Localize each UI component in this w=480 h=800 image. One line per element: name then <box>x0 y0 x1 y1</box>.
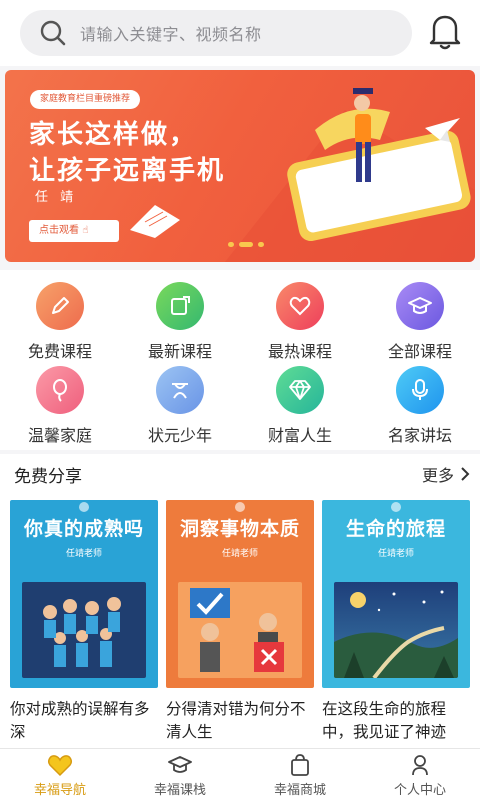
nav-tab-personal-center[interactable]: 个人中心 <box>360 753 480 798</box>
carousel-dot-active[interactable] <box>239 242 253 247</box>
paper-illustration <box>130 205 180 238</box>
category-hot-courses[interactable]: 最热课程 <box>240 282 360 362</box>
share-card[interactable]: 你真的成熟吗 任靖老师 你对成熟的误解有多深 <box>10 500 158 746</box>
search-placeholder: 请输入关键字、视频名称 <box>80 25 262 44</box>
cap-nav-icon <box>168 756 192 773</box>
carousel-dot[interactable] <box>258 242 264 247</box>
free-share-list: 你真的成熟吗 任靖老师 你对成熟的误解有多深 洞察事物本质 任靖老师 分得清对错… <box>0 494 480 748</box>
card-dot <box>391 502 401 512</box>
carousel-indicator <box>228 242 264 247</box>
share-card[interactable]: 生命的旅程 任靖老师 在这段生命的旅程中，我见证了神迹 <box>322 500 470 746</box>
diamond-icon <box>276 366 324 414</box>
section-title: 免费分享 <box>14 467 82 487</box>
heart-icon <box>276 282 324 330</box>
graduation-cap-icon <box>396 282 444 330</box>
card-thumbnail: 你真的成熟吗 任靖老师 <box>10 500 158 688</box>
nav-label: 幸福导航 <box>33 783 86 798</box>
category-label: 免费课程 <box>27 342 92 361</box>
nav-label: 个人中心 <box>393 783 446 798</box>
nav-tab-happiness-guide[interactable]: 幸福导航 <box>0 753 120 798</box>
card-heading: 生命的旅程 <box>345 518 446 540</box>
promo-banner[interactable]: 家庭教育栏目重磅推荐 家长这样做， 让孩子远离手机 任 靖 点击观看 ☝ <box>5 70 475 262</box>
card-picture <box>334 582 458 678</box>
chevron-right-icon <box>461 467 470 481</box>
category-all-courses[interactable]: 全部课程 <box>360 282 480 362</box>
card-thumbnail: 生命的旅程 任靖老师 <box>322 500 470 688</box>
category-label: 状元少年 <box>147 426 212 445</box>
scholar-icon <box>156 366 204 414</box>
card-dot <box>235 502 245 512</box>
category-wealth-life[interactable]: 财富人生 <box>240 366 360 446</box>
pointer-hand-icon: ☝ <box>82 225 89 236</box>
banner-title-line2: 让孩子远离手机 <box>29 156 226 186</box>
card-description: 分得清对错为何分不清人生 <box>166 700 306 741</box>
category-warm-family[interactable]: 温馨家庭 <box>0 366 120 446</box>
more-label: 更多 <box>421 466 454 485</box>
card-teacher: 任靖老师 <box>221 549 258 559</box>
watch-button-label: 点击观看 <box>39 225 79 236</box>
balloon-icon <box>36 366 84 414</box>
card-heading: 你真的成熟吗 <box>23 518 144 540</box>
card-heading: 洞察事物本质 <box>179 518 300 540</box>
nav-tab-happiness-mall[interactable]: 幸福商城 <box>240 753 360 798</box>
category-new-courses[interactable]: 最新课程 <box>120 282 240 362</box>
category-label: 全部课程 <box>387 342 452 361</box>
new-badge-icon <box>156 282 204 330</box>
category-label: 名家讲坛 <box>387 426 452 445</box>
bottom-nav: 幸福导航 幸福课栈 幸福商城 个人中心 <box>0 748 480 800</box>
top-bar: 请输入关键字、视频名称 <box>0 0 480 66</box>
nav-tab-happiness-courses[interactable]: 幸福课栈 <box>120 753 240 798</box>
nav-label: 幸福商城 <box>273 783 326 798</box>
heart-nav-icon <box>48 755 72 777</box>
banner-author: 任 靖 <box>35 190 78 205</box>
card-picture <box>178 582 302 678</box>
category-grid: 免费课程 最新课程 最热课程 全部课程 温馨家庭 状元少年 财富人生 名家讲坛 <box>0 270 480 450</box>
share-card[interactable]: 洞察事物本质 任靖老师 分得清对错为何分不清人生 <box>166 500 314 746</box>
bell-icon[interactable] <box>428 12 462 50</box>
microphone-icon <box>396 366 444 414</box>
watch-button[interactable]: 点击观看 ☝ <box>29 220 119 242</box>
user-nav-icon <box>412 755 428 776</box>
card-teacher: 任靖老师 <box>377 549 414 559</box>
category-top-scholars[interactable]: 状元少年 <box>120 366 240 446</box>
pencil-icon <box>36 282 84 330</box>
search-bar[interactable]: 请输入关键字、视频名称 <box>20 10 412 56</box>
category-master-forum[interactable]: 名家讲坛 <box>360 366 480 446</box>
app-screen: 请输入关键字、视频名称 家庭教育栏目重磅推荐 家长这样做， 让孩子远离手机 任 <box>0 0 480 800</box>
category-label: 最新课程 <box>147 342 212 361</box>
banner-illustration <box>225 88 475 262</box>
category-label: 温馨家庭 <box>27 426 92 445</box>
card-teacher: 任靖老师 <box>65 549 102 559</box>
bag-nav-icon <box>291 754 309 776</box>
banner-title-line1: 家长这样做， <box>29 120 198 150</box>
card-picture <box>22 582 146 678</box>
card-thumbnail: 洞察事物本质 任靖老师 <box>166 500 314 688</box>
search-icon <box>40 20 66 46</box>
card-description: 在这段生命的旅程中，我见证了神迹 <box>322 700 447 741</box>
category-label: 财富人生 <box>267 426 332 445</box>
category-label: 最热课程 <box>267 342 332 361</box>
banner-tag: 家庭教育栏目重磅推荐 <box>30 90 141 109</box>
card-dot <box>79 502 89 512</box>
nav-label: 幸福课栈 <box>153 783 206 798</box>
carousel-dot[interactable] <box>228 242 234 247</box>
section-header: 免费分享 更多 <box>0 454 480 494</box>
category-free-courses[interactable]: 免费课程 <box>0 282 120 362</box>
card-description: 你对成熟的误解有多深 <box>10 700 150 741</box>
more-link[interactable]: 更多 <box>422 462 470 486</box>
